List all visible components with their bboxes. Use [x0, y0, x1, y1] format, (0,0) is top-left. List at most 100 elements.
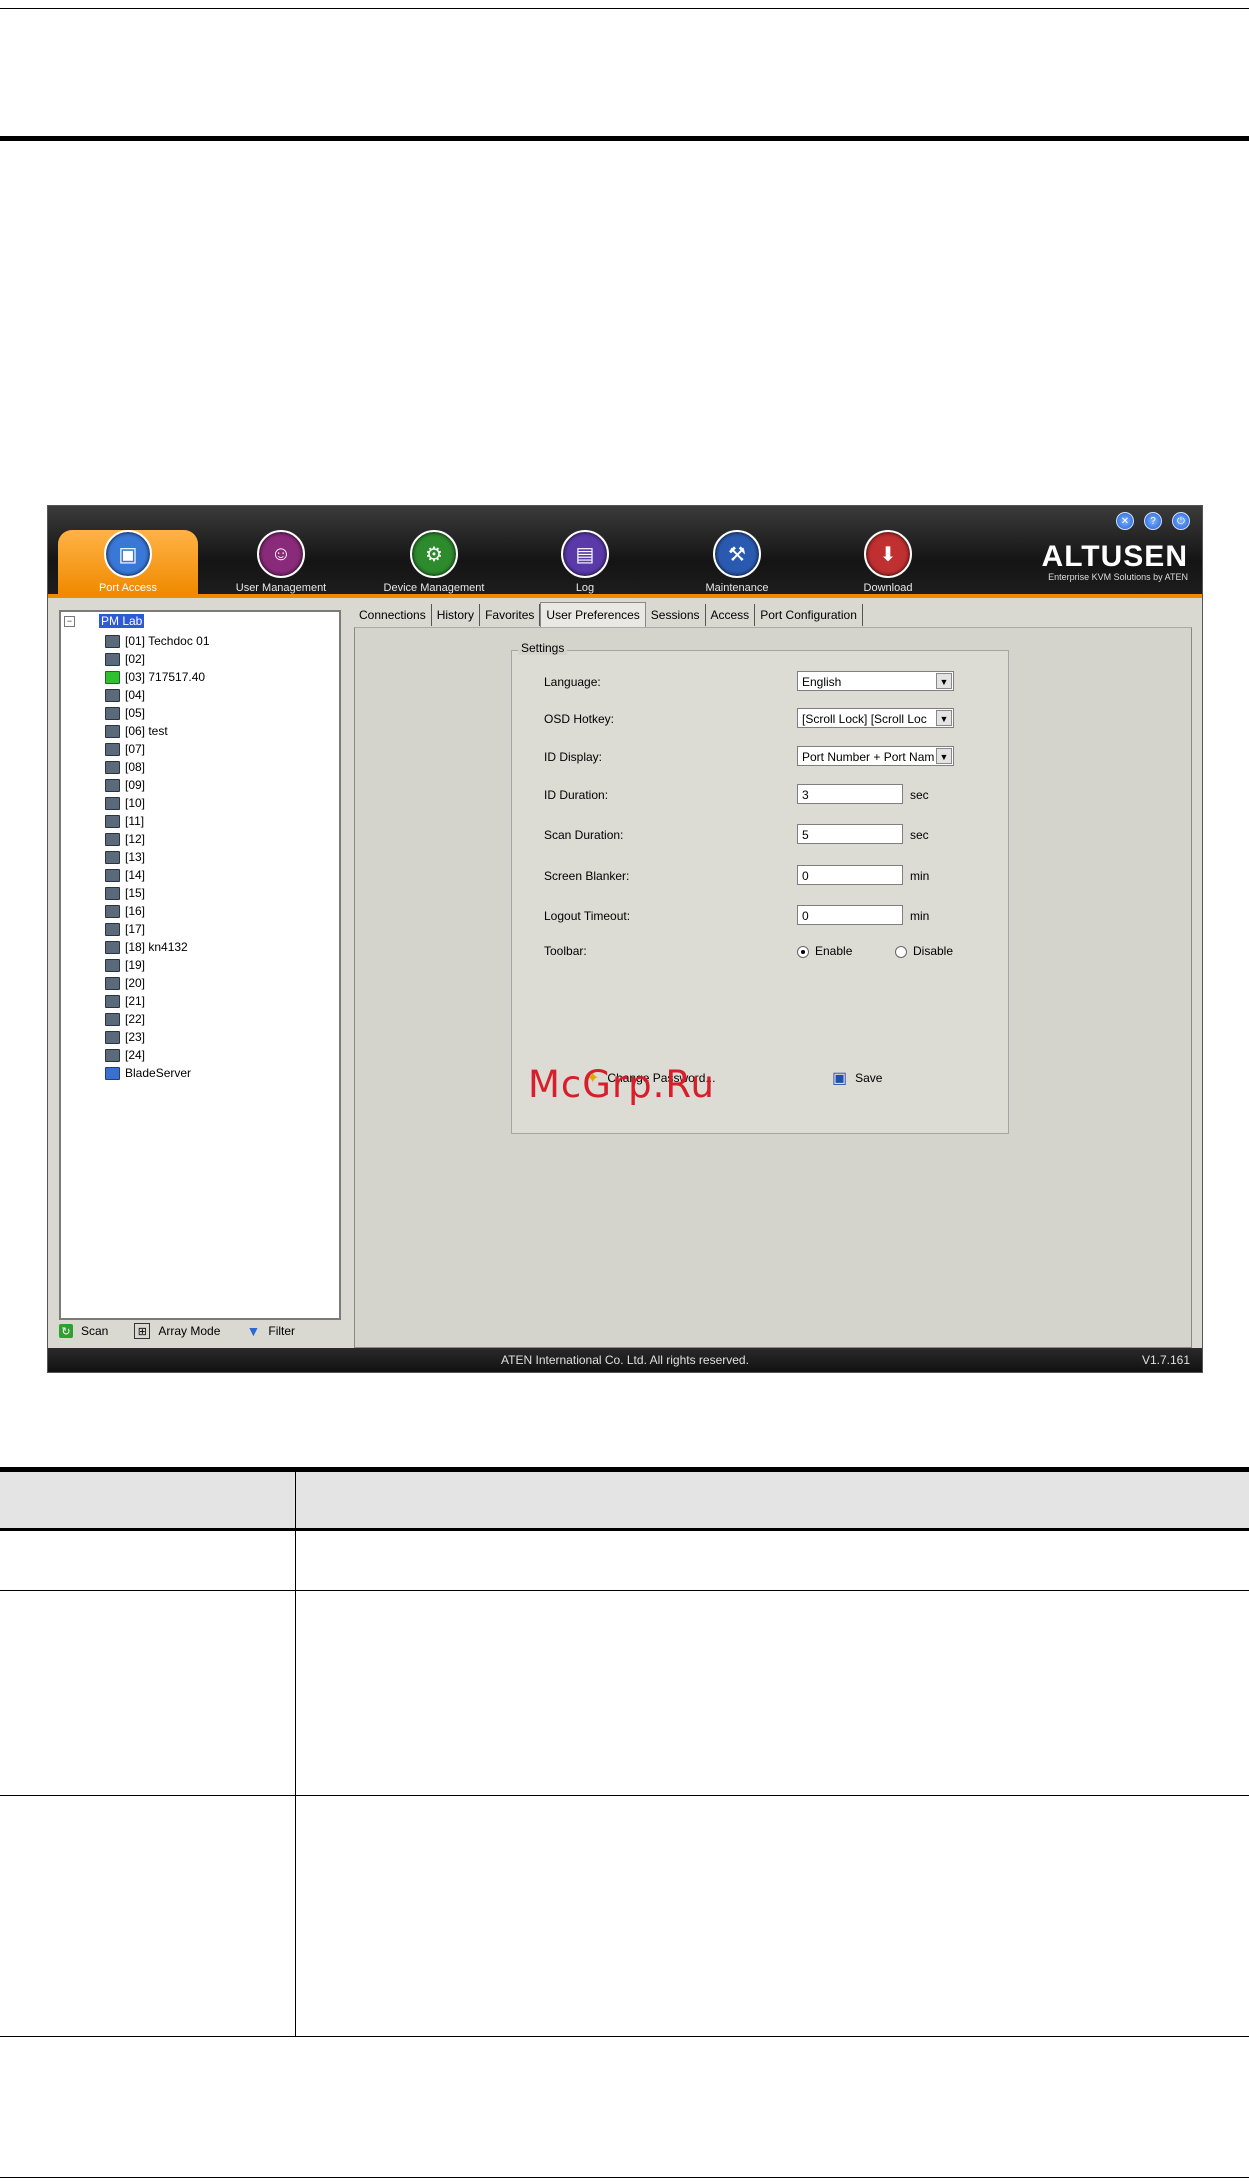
radio-unchecked-icon[interactable] [895, 945, 907, 958]
id-duration-input[interactable]: 3 [797, 784, 903, 804]
tree-item[interactable]: [06] test [105, 722, 210, 740]
header-thick-rule [0, 136, 1249, 141]
toolbar-port-access-label: Port Access [98, 582, 158, 594]
array-mode-button[interactable]: ⊞ Array Mode [134, 1323, 220, 1339]
id-display-label: ID Display: [544, 750, 603, 764]
computer-icon [105, 922, 120, 936]
table-bottom-rule [0, 2036, 1249, 2037]
dropdown-arrow-icon[interactable]: ▼ [936, 748, 952, 764]
scan-button[interactable]: ↻ Scan [59, 1324, 108, 1338]
radio-checked-icon[interactable] [797, 945, 809, 958]
filter-button[interactable]: ▼ Filter [246, 1323, 295, 1339]
tab-strip: Connections History Favorites User Prefe… [354, 602, 863, 629]
collapse-icon[interactable]: − [64, 615, 75, 627]
scan-duration-input[interactable]: 5 [797, 824, 903, 844]
tab-favorites[interactable]: Favorites [480, 604, 541, 626]
tree-item[interactable]: [02] [105, 650, 210, 668]
table-header-row [0, 1472, 1249, 1528]
floppy-disk-icon: ▣ [832, 1070, 848, 1087]
screen-blanker-input[interactable]: 0 [797, 865, 903, 885]
tree-item-label: [14] [125, 868, 146, 882]
header-thin-rule [0, 8, 1249, 9]
computer-icon [105, 652, 120, 666]
close-icon[interactable]: ✕ [1116, 512, 1134, 530]
help-icon[interactable]: ? [1144, 512, 1162, 530]
toolbar-port-access[interactable]: ▣ Port Access [58, 530, 198, 594]
port-access-icon: ▣ [104, 530, 152, 578]
toolbar-enable-radio[interactable]: Enable [797, 944, 852, 958]
tree-item[interactable]: [24] [105, 1046, 210, 1064]
language-select[interactable]: English ▼ [797, 671, 954, 691]
filter-icon: ▼ [246, 1323, 261, 1339]
id-display-select[interactable]: Port Number + Port Nam ▼ [797, 746, 954, 766]
tab-user-preferences[interactable]: User Preferences [540, 602, 646, 629]
tree-item[interactable]: BladeServer [105, 1064, 210, 1082]
settings-group: Settings Language: English ▼ OSD Hotkey:… [511, 641, 1009, 1134]
dropdown-arrow-icon[interactable]: ▼ [936, 710, 952, 726]
tree-item[interactable]: [14] [105, 866, 210, 884]
tree-item[interactable]: [22] [105, 1010, 210, 1028]
tab-access[interactable]: Access [706, 604, 756, 626]
toolbar-download-label: Download [863, 582, 913, 594]
tree-item[interactable]: [11] [105, 812, 210, 830]
tree-item-label: [11] [125, 814, 145, 828]
computer-icon [105, 958, 120, 972]
tree-item-label: [05] [125, 706, 146, 720]
tree-item[interactable]: [18] kn4132 [105, 938, 210, 956]
logout-timeout-input[interactable]: 0 [797, 905, 903, 925]
tab-connections[interactable]: Connections [354, 604, 432, 626]
tree-item[interactable]: [13] [105, 848, 210, 866]
toolbar-device-management-label: Device Management [383, 582, 485, 594]
tree-item[interactable]: [23] [105, 1028, 210, 1046]
tab-port-configuration[interactable]: Port Configuration [755, 604, 863, 626]
toolbar-maintenance[interactable]: ⚒ Maintenance [667, 530, 807, 594]
tree-item-label: [13] [125, 850, 146, 864]
computer-icon [105, 778, 120, 792]
tree-item[interactable]: [19] [105, 956, 210, 974]
toolbar-user-management[interactable]: ☺ User Management [211, 530, 351, 594]
tree-root[interactable]: − PM Lab [64, 614, 145, 628]
tree-item-label: [19] [125, 958, 146, 972]
toolbar-download[interactable]: ⬇ Download [818, 530, 958, 594]
settings-legend: Settings [518, 641, 568, 655]
toolbar-disable-radio[interactable]: Disable [895, 944, 953, 958]
toolbar-log[interactable]: ▤ Log [515, 530, 655, 594]
tree-item[interactable]: [21] [105, 992, 210, 1010]
tree-item[interactable]: [09] [105, 776, 210, 794]
logout-icon[interactable]: ⏻ [1172, 512, 1190, 530]
top-toolbar: ✕ ? ⏻ ▣ Port Access ☺ User Management ⚙ … [48, 506, 1202, 598]
tree-item-label: BladeServer [125, 1066, 192, 1080]
toolbar-device-management[interactable]: ⚙ Device Management [364, 530, 504, 594]
computer-icon [105, 994, 120, 1008]
tab-sessions[interactable]: Sessions [646, 604, 706, 626]
tree-item[interactable]: [07] [105, 740, 210, 758]
scan-duration-label: Scan Duration: [544, 828, 624, 842]
computer-icon [105, 904, 120, 918]
tree-item-label: [24] [125, 1048, 146, 1062]
maintenance-icon: ⚒ [713, 530, 761, 578]
tab-history[interactable]: History [432, 604, 481, 626]
tree-item-label: [23] [125, 1030, 146, 1044]
save-button[interactable]: ▣ Save [832, 1068, 882, 1088]
computer-icon [105, 760, 120, 774]
tree-item[interactable]: [08] [105, 758, 210, 776]
download-icon: ⬇ [864, 530, 912, 578]
tree-item[interactable]: [05] [105, 704, 210, 722]
tree-item[interactable]: [03] 717517.40 [105, 668, 210, 686]
osd-hotkey-label: OSD Hotkey: [544, 712, 615, 726]
computer-icon [105, 1048, 120, 1062]
save-label: Save [855, 1071, 883, 1085]
tree-item-label: [17] [125, 922, 146, 936]
tree-item[interactable]: [16] [105, 902, 210, 920]
tree-item[interactable]: [01] Techdoc 01 [105, 632, 210, 650]
osd-hotkey-select[interactable]: [Scroll Lock] [Scroll Loc ▼ [797, 708, 954, 728]
dropdown-arrow-icon[interactable]: ▼ [936, 673, 952, 689]
tree-item[interactable]: [15] [105, 884, 210, 902]
scan-duration-unit: sec [910, 828, 929, 842]
tree-item[interactable]: [20] [105, 974, 210, 992]
tree-item[interactable]: [04] [105, 686, 210, 704]
tree-item[interactable]: [12] [105, 830, 210, 848]
tree-item[interactable]: [17] [105, 920, 210, 938]
language-value: English [802, 675, 842, 689]
tree-item[interactable]: [10] [105, 794, 210, 812]
